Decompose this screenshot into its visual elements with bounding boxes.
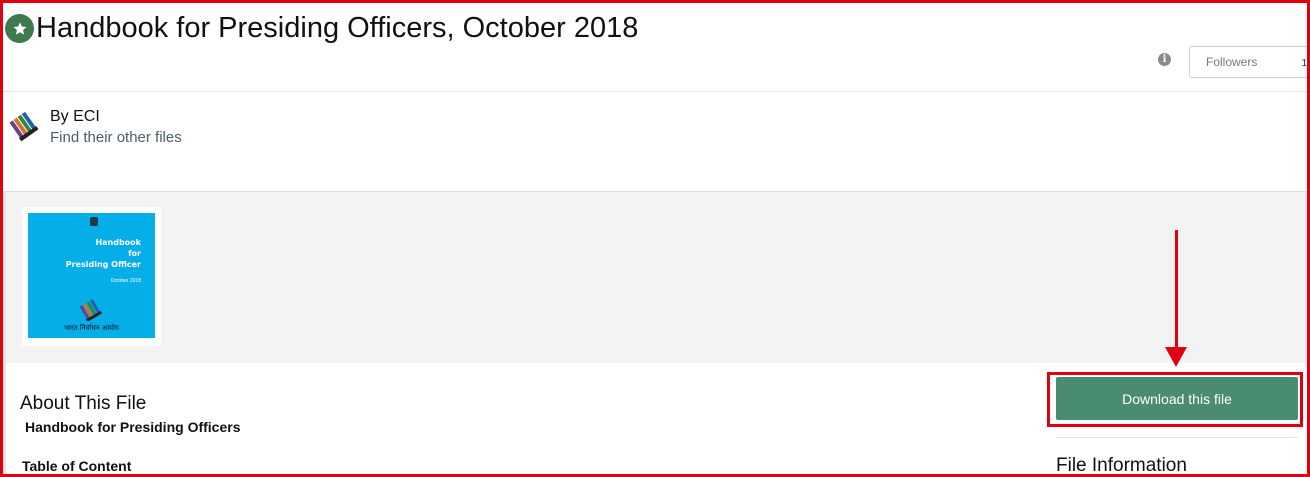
toc-heading: Table of Content — [22, 458, 132, 474]
eci-voting-logo-icon[interactable] — [8, 110, 40, 142]
cover-title-line: Presiding Officer — [65, 260, 141, 269]
cover-title-line: Handbook — [95, 238, 141, 247]
file-thumbnail[interactable]: Handbook for Presiding Officer October 2… — [22, 207, 161, 346]
author-row: By ECI Find their other files — [3, 92, 1307, 192]
about-heading: About This File — [20, 393, 147, 414]
cover-footer-text: भारत निर्वाचन आयोग — [64, 324, 119, 332]
about-subtitle: Handbook for Presiding Officers — [25, 419, 241, 435]
eci-logo-icon — [78, 299, 106, 322]
download-button[interactable]: Download this file — [1056, 377, 1298, 420]
emblem-icon — [90, 217, 98, 226]
cover-date: October 2018 — [110, 278, 141, 284]
handbook-cover-image: Handbook for Presiding Officer October 2… — [28, 213, 155, 338]
page-title: Handbook for Presiding Officers, October… — [36, 12, 639, 44]
page-header: Handbook for Presiding Officers, October… — [3, 3, 1310, 92]
cover-title: Handbook for Presiding Officer — [66, 237, 141, 270]
followers-label: Followers — [1206, 55, 1258, 69]
annotation-arrow-shaft — [1175, 230, 1178, 350]
cover-title-line: for — [128, 249, 141, 258]
star-icon — [5, 14, 34, 43]
info-icon[interactable]: i — [1158, 53, 1171, 66]
followers-button[interactable]: Followers 1 — [1189, 46, 1310, 78]
divider — [1056, 437, 1298, 438]
file-gallery: Handbook for Presiding Officer October 2… — [3, 192, 1307, 363]
followers-count: 1 — [1301, 58, 1307, 69]
other-files-link[interactable]: Find their other files — [50, 129, 182, 146]
author-name: By ECI — [50, 108, 100, 125]
annotation-arrow-head — [1165, 347, 1187, 367]
file-information-heading: File Information — [1056, 455, 1187, 476]
